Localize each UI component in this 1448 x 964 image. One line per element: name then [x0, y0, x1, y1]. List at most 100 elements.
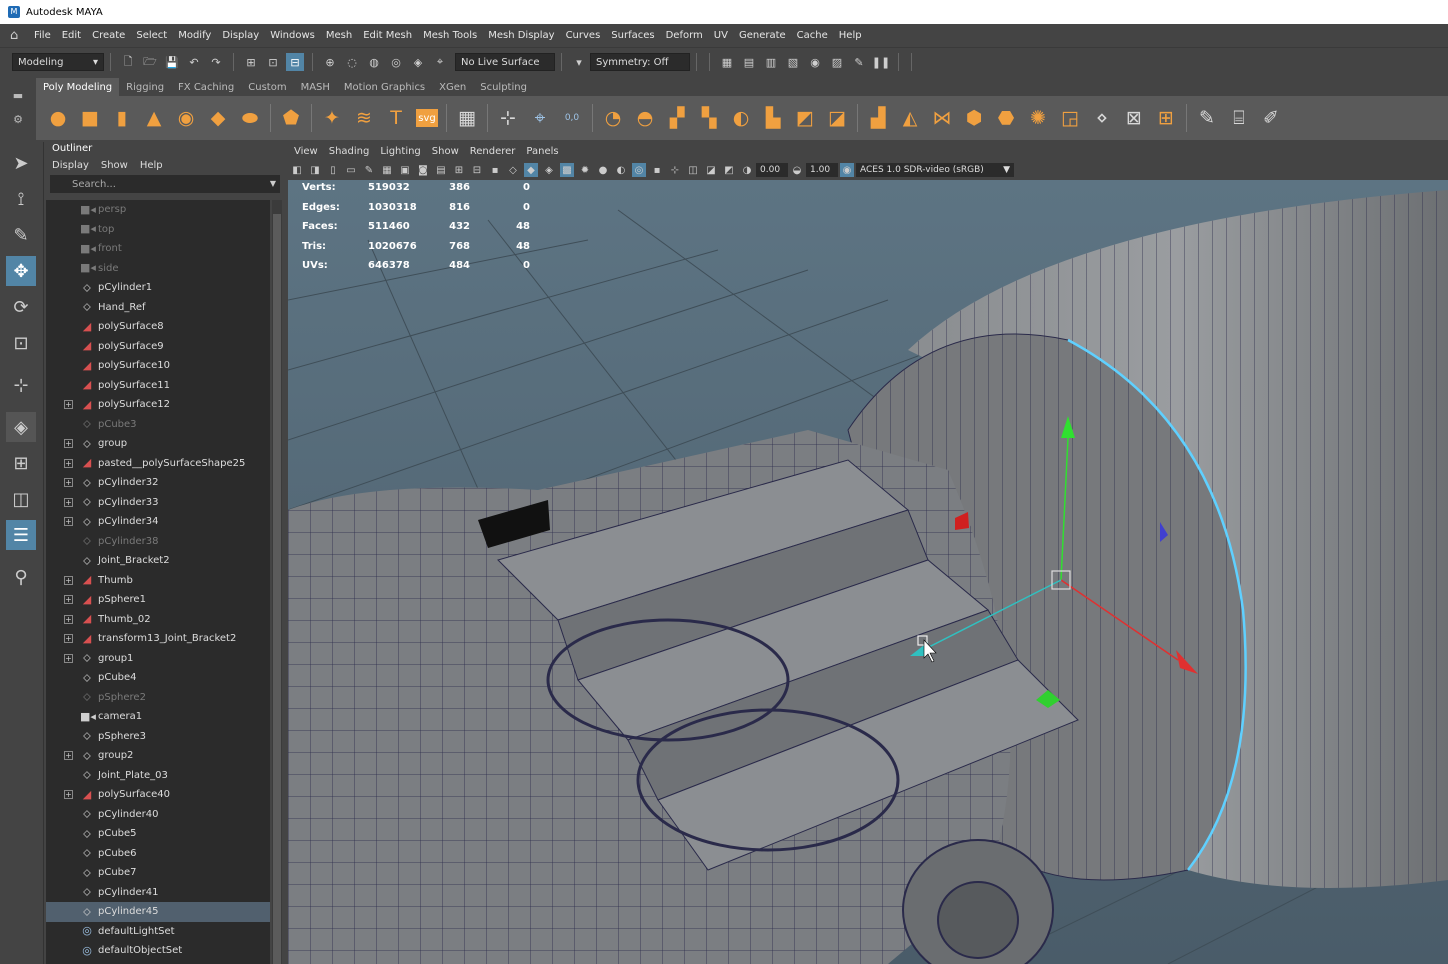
menu-uv[interactable]: UV: [714, 30, 728, 41]
shelf-tab-custom[interactable]: Custom: [241, 78, 293, 96]
render-setup-icon[interactable]: ▨: [828, 53, 846, 71]
gear-icon[interactable]: ⚙: [0, 108, 36, 132]
render-frame-icon[interactable]: ▤: [740, 53, 758, 71]
snap-curve-icon[interactable]: ◌: [343, 53, 361, 71]
expand-icon[interactable]: +: [64, 653, 73, 663]
svg-icon[interactable]: svg: [416, 109, 438, 127]
separate-icon[interactable]: ▚: [697, 105, 721, 131]
outliner-item[interactable]: + ◢ polySurface40: [46, 785, 270, 805]
undo-icon[interactable]: ↶: [185, 53, 203, 71]
home-icon[interactable]: ⌂: [10, 28, 26, 43]
outliner-item[interactable]: ⬦ pCube4: [46, 668, 270, 688]
outliner-menu-display[interactable]: Display: [52, 160, 89, 171]
color-space-dropdown[interactable]: ACES 1.0 SDR-video (sRGB) ▼: [856, 163, 1014, 177]
outliner-item[interactable]: ◢ polySurface9: [46, 337, 270, 357]
shelf-tab-sculpting[interactable]: Sculpting: [473, 78, 534, 96]
target-weld-icon[interactable]: ⊞: [1154, 105, 1178, 131]
bevel-icon[interactable]: ◭: [898, 105, 922, 131]
outliner-item[interactable]: + ◢ Thumb_02: [46, 610, 270, 630]
shadows-icon[interactable]: ●: [596, 163, 610, 177]
symmetry-dropdown[interactable]: Symmetry: Off: [590, 53, 690, 71]
shelf-tab-poly-modeling[interactable]: Poly Modeling: [36, 78, 120, 96]
gate-mask-icon[interactable]: ▤: [434, 163, 448, 177]
expand-icon[interactable]: +: [64, 634, 73, 644]
select-tool-icon[interactable]: ➤: [6, 148, 36, 178]
menu-edit[interactable]: Edit: [62, 30, 81, 41]
wedge-icon[interactable]: ✺: [1026, 105, 1050, 131]
snap-view-icon[interactable]: ◎: [387, 53, 405, 71]
viewport-menu-panels[interactable]: Panels: [526, 146, 558, 157]
mirror-icon[interactable]: ◐: [729, 105, 753, 131]
outliner-item[interactable]: ⬦ pCylinder1: [46, 278, 270, 298]
last-tool-icon[interactable]: ⊹: [6, 370, 36, 400]
outliner-item[interactable]: ⬦ pCylinder45: [46, 902, 270, 922]
camera-attributes-icon[interactable]: ◨: [308, 163, 322, 177]
outliner-item[interactable]: ⬦ pCube7: [46, 863, 270, 883]
safe-action-icon[interactable]: ⊟: [470, 163, 484, 177]
super-shape-icon[interactable]: ✦: [320, 105, 344, 131]
film-gate-icon[interactable]: ▣: [398, 163, 412, 177]
menu-generate[interactable]: Generate: [739, 30, 786, 41]
camera-select-icon[interactable]: ◧: [290, 163, 304, 177]
four-view-layout-icon[interactable]: ⊞: [6, 448, 36, 478]
shelf-tab-fx-caching[interactable]: FX Caching: [171, 78, 241, 96]
freeze-transform-icon[interactable]: ⌖: [528, 105, 552, 131]
use-lights-icon[interactable]: ✹: [578, 163, 592, 177]
poly-cone-icon[interactable]: ▲: [142, 105, 166, 131]
outliner-item[interactable]: ⬦ pCube3: [46, 415, 270, 435]
light-editor-icon[interactable]: ✎: [850, 53, 868, 71]
isolate-select-icon[interactable]: ⊹: [668, 163, 682, 177]
expand-icon[interactable]: +: [64, 575, 73, 585]
gamma-field[interactable]: 1.00: [806, 163, 838, 177]
select-object-icon[interactable]: ⊡: [264, 53, 282, 71]
shelf-tab-xgen[interactable]: XGen: [432, 78, 473, 96]
chevron-down-icon[interactable]: ▾: [570, 53, 588, 71]
hypershade-icon[interactable]: ◉: [806, 53, 824, 71]
snap-point-icon[interactable]: ◍: [365, 53, 383, 71]
expand-icon[interactable]: +: [64, 614, 73, 624]
redo-icon[interactable]: ↷: [207, 53, 225, 71]
select-component-icon[interactable]: ⊟: [286, 53, 304, 71]
expand-icon[interactable]: +: [64, 458, 73, 468]
scale-tool-icon[interactable]: ⊡: [6, 328, 36, 358]
new-scene-icon[interactable]: 🗋: [119, 53, 137, 71]
menu-display[interactable]: Display: [222, 30, 259, 41]
textured-icon[interactable]: ▩: [560, 163, 574, 177]
sweep-mesh-icon[interactable]: ≋: [352, 105, 376, 131]
merge-icon[interactable]: ⬣: [994, 105, 1018, 131]
poly-count-icon[interactable]: 0,0: [560, 105, 584, 131]
outliner-item[interactable]: ⬦ pCylinder38: [46, 532, 270, 552]
expand-icon[interactable]: +: [64, 478, 73, 488]
outliner-item[interactable]: ■◂ top: [46, 220, 270, 240]
snap-surface-icon[interactable]: ◈: [409, 53, 427, 71]
xray-active-icon[interactable]: ◩: [722, 163, 736, 177]
outliner-item[interactable]: + ⬦ pCylinder32: [46, 473, 270, 493]
outliner-item[interactable]: + ◢ transform13_Joint_Bracket2: [46, 629, 270, 649]
outliner-item[interactable]: ■◂ front: [46, 239, 270, 259]
outliner-item[interactable]: + ◢ Thumb: [46, 571, 270, 591]
antialiasing-icon[interactable]: ◎: [632, 163, 646, 177]
combine-icon[interactable]: ▞: [665, 105, 689, 131]
uv-editor-icon[interactable]: ▦: [455, 105, 479, 131]
outliner-item[interactable]: ⬦ pCylinder41: [46, 883, 270, 903]
slide-edge-icon[interactable]: ⋄: [1090, 105, 1114, 131]
exposure-field[interactable]: 0.00: [756, 163, 788, 177]
outliner-menu-help[interactable]: Help: [140, 160, 163, 171]
append-polygon-icon[interactable]: ◲: [1058, 105, 1082, 131]
poke-icon[interactable]: ⬢: [962, 105, 986, 131]
poly-torus-icon[interactable]: ◉: [174, 105, 198, 131]
menu-create[interactable]: Create: [92, 30, 125, 41]
expand-icon[interactable]: +: [64, 751, 73, 761]
render-settings-icon[interactable]: ▧: [784, 53, 802, 71]
wireframe-on-shaded-icon[interactable]: ◈: [542, 163, 556, 177]
outliner-layout-icon[interactable]: ☰: [6, 520, 36, 550]
menu-mesh[interactable]: Mesh: [326, 30, 352, 41]
expand-icon[interactable]: +: [64, 497, 73, 507]
viewport-menu-renderer[interactable]: Renderer: [470, 146, 516, 157]
ipr-render-icon[interactable]: ▥: [762, 53, 780, 71]
menu-file[interactable]: File: [34, 30, 51, 41]
smooth-icon[interactable]: ◔: [601, 105, 625, 131]
outliner-item[interactable]: ⬦ pSphere3: [46, 727, 270, 747]
outliner-item[interactable]: ⬦ pCube5: [46, 824, 270, 844]
open-scene-icon[interactable]: 🗁: [141, 53, 159, 71]
